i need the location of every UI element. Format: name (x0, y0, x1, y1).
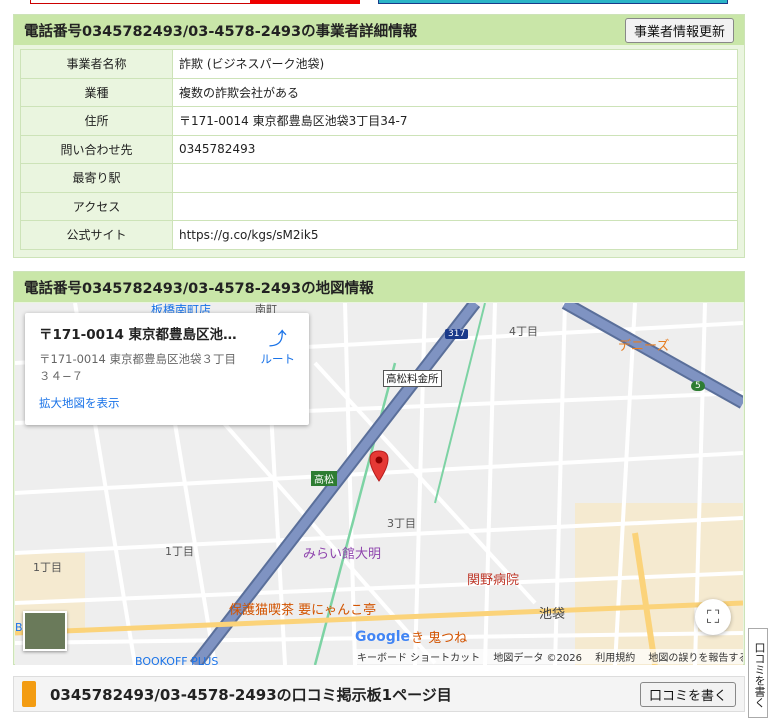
map-header: 電話番号0345782493/03-4578-2493の地図情報 (14, 272, 744, 302)
map-poi-bookoff[interactable]: BOOKOFF PLUS (135, 655, 218, 665)
partial-button-right[interactable] (378, 0, 728, 4)
table-row: 住所 〒171-0014 東京都豊島区池袋3丁目34-7 (20, 106, 738, 136)
map-panel: 電話番号0345782493/03-4578-2493の地図情報 板橋南町店 南… (13, 271, 745, 665)
map-label-takamatsu-toll: 高松料金所 (383, 370, 442, 387)
map-poi-mirai[interactable]: みらい館大明 (303, 543, 381, 562)
directions-icon: ⤴ (268, 329, 287, 350)
row-value: 複数の詐欺会社がある (172, 77, 738, 107)
map-label-3chome: 3丁目 (387, 517, 416, 530)
table-row: 公式サイト https://g.co/kgs/sM2ik5 (20, 220, 738, 250)
row-value: 詐欺 (ビジネスパーク池袋) (172, 49, 738, 79)
row-key: 住所 (20, 106, 173, 136)
map-label-1chome-a: 1丁目 (165, 545, 194, 558)
orange-marker (22, 681, 36, 707)
row-key: 問い合わせ先 (20, 134, 173, 164)
row-key: 事業者名称 (20, 49, 173, 79)
row-key: アクセス (20, 191, 173, 221)
map-label-4chome: 4丁目 (509, 325, 538, 338)
map-station-takamatsu: 高松 (311, 471, 337, 486)
row-value (172, 163, 738, 193)
view-larger-map-link[interactable]: 拡大地図を表示 (39, 395, 295, 411)
map-data-text: 地図データ ©2026 (493, 653, 583, 664)
table-row: アクセス (20, 191, 738, 221)
row-key: 公式サイト (20, 220, 173, 250)
top-partial-buttons (0, 0, 772, 10)
card-title: 〒171-0014 東京都豊島区池袋... (39, 327, 249, 343)
business-detail-table: 事業者名称 詐欺 (ビジネスパーク池袋) 業種 複数の詐欺会社がある 住所 〒171-… (20, 49, 738, 250)
map-poi-dennys[interactable]: デニーズ (618, 335, 669, 354)
card-address: 〒171-0014 東京都豊島区池袋３丁目３４−７ (39, 352, 237, 383)
map-poi-nekocafe[interactable]: 保護猫喫茶 要にゃんこ亭 (229, 599, 376, 618)
report-error-link[interactable]: 地図の誤りを報告する (648, 653, 743, 664)
map-title: 電話番号0345782493/03-4578-2493の地図情報 (24, 280, 374, 297)
table-row: 事業者名称 詐欺 (ビジネスパーク池袋) (20, 49, 738, 79)
table-row: 最寄り駅 (20, 163, 738, 193)
business-detail-header: 電話番号0345782493/03-4578-2493の事業者詳細情報 事業者情… (14, 15, 744, 45)
table-row: 業種 複数の詐欺会社がある (20, 77, 738, 107)
row-key: 業種 (20, 77, 173, 107)
partial-button-left-fill (250, 0, 360, 4)
table-row: 問い合わせ先 0345782493 (20, 134, 738, 164)
map-label-1chome-b: 1丁目 (33, 561, 62, 574)
write-review-button[interactable]: 口コミを書く (639, 681, 736, 707)
route-button[interactable]: ⤴ ルート (261, 325, 296, 367)
map-poi-onitsune[interactable]: き 鬼つね (411, 627, 467, 646)
keyboard-shortcuts-link[interactable]: キーボード ショートカット (357, 653, 480, 664)
row-value (172, 191, 738, 221)
google-logo: Google (355, 629, 411, 645)
map-attribution: キーボード ショートカット 地図データ ©2026 利用規約 地図の誤りを報告す… (355, 649, 743, 664)
satellite-toggle[interactable] (23, 611, 67, 651)
review-board-title: 0345782493/03-4578-2493の口コミ掲示板1ページ目 (50, 685, 452, 704)
update-business-button[interactable]: 事業者情報更新 (624, 17, 734, 43)
write-review-side-tab[interactable]: 口コミを書く (748, 628, 768, 718)
row-key: 最寄り駅 (20, 163, 173, 193)
map-poi-sekino[interactable]: 関野病院 (467, 569, 519, 588)
map-route-5: 5 (691, 381, 705, 391)
terms-link[interactable]: 利用規約 (595, 653, 635, 664)
map-route-317: 317 (445, 329, 469, 339)
row-value[interactable]: https://g.co/kgs/sM2ik5 (172, 220, 738, 250)
route-label: ルート (260, 352, 296, 366)
map-info-card: 〒171-0014 東京都豊島区池袋... 〒171-0014 東京都豊島区池袋… (25, 313, 309, 425)
fullscreen-icon[interactable]: ⛶ (695, 599, 731, 635)
business-detail-title: 電話番号0345782493/03-4578-2493の事業者詳細情報 (24, 23, 418, 40)
row-value: 0345782493 (172, 134, 738, 164)
business-detail-panel: 電話番号0345782493/03-4578-2493の事業者詳細情報 事業者情… (13, 14, 745, 258)
map-label-ikebukuro: 池袋 (539, 607, 566, 622)
embedded-map[interactable]: 板橋南町店 南町 4丁目 デニーズ 317 5 高松料金所 高松 3丁目 1丁目… (15, 303, 743, 665)
review-board-header: 0345782493/03-4578-2493の口コミ掲示板1ページ目 口コミを… (13, 676, 745, 712)
row-value: 〒171-0014 東京都豊島区池袋3丁目34-7 (172, 106, 738, 136)
